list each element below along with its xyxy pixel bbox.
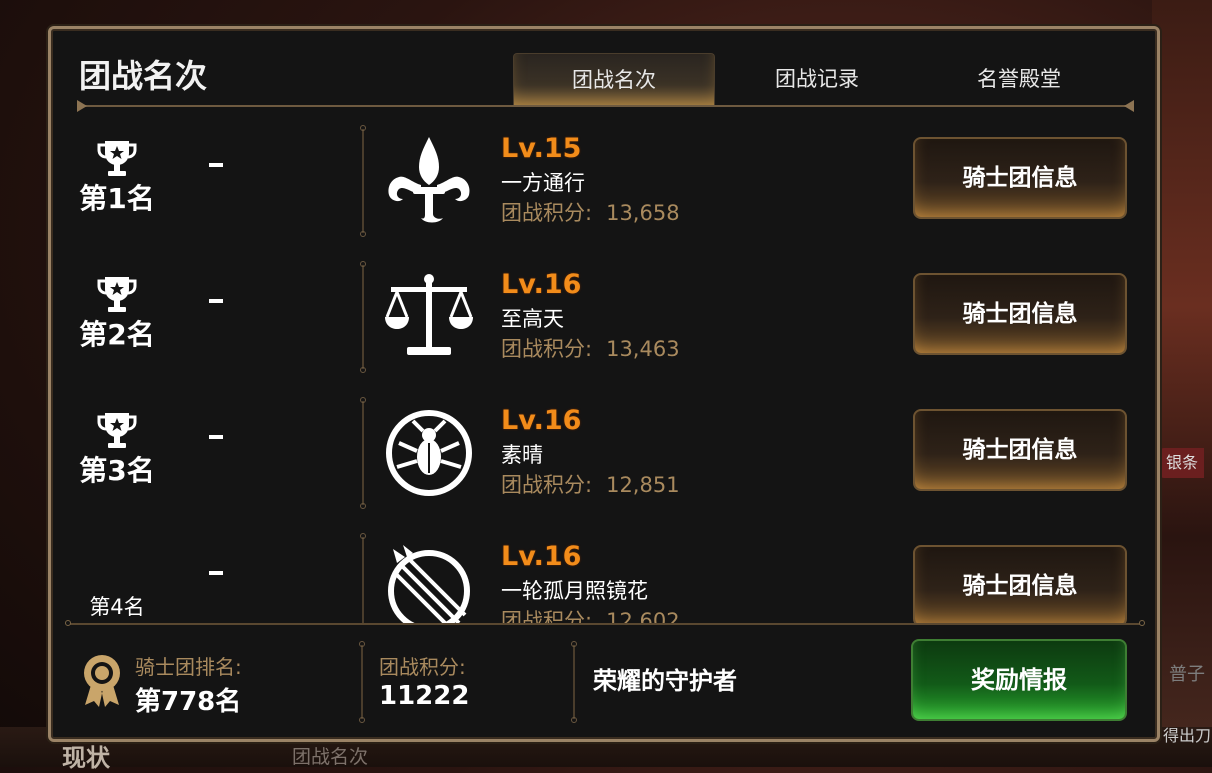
score-label: 团战积分: xyxy=(501,201,593,225)
guild-war-ranking-panel: 团战名次 团战名次 团战记录 名誉殿堂 第1名 Lv.15 一方通行 团战积分:… xyxy=(48,26,1160,742)
my-guild-rank-value: 第778名 xyxy=(135,687,242,717)
guild-info-button[interactable]: 骑士团信息 xyxy=(913,545,1127,623)
honor-title: 荣耀的守护者 xyxy=(593,667,737,695)
trophy-icon xyxy=(97,141,137,176)
guild-info-button[interactable]: 骑士团信息 xyxy=(913,273,1127,355)
row-divider xyxy=(360,533,366,623)
background-tag: 得出刀 xyxy=(1162,726,1211,745)
rank-change-dash xyxy=(209,571,223,575)
guild-score: 团战积分: 12,602 xyxy=(501,605,680,623)
trophy-icon xyxy=(97,277,137,312)
score-value: 12,602 xyxy=(606,609,680,623)
guild-level: Lv.15 xyxy=(501,133,582,164)
score-value: 12,851 xyxy=(606,473,680,497)
fleur-de-lis-icon xyxy=(388,137,470,223)
row-divider xyxy=(360,125,366,237)
guild-level: Lv.16 xyxy=(501,405,582,436)
ranking-row: 第4名 Lv.16 一轮孤月照镜花 团战积分: 12,602 骑士团信息 xyxy=(77,533,1137,623)
tab-guild-war-rank[interactable]: 团战名次 xyxy=(513,53,715,106)
rank-change-dash xyxy=(209,435,223,439)
spear-ring-icon xyxy=(388,545,470,623)
rank-label: 第2名 xyxy=(79,318,155,351)
ranking-row: 第2名 Lv.16 至高天 团战积分: 13,463 骑士团信息 xyxy=(77,261,1137,391)
background-tab-status: 现状 xyxy=(62,744,110,772)
medal-icon xyxy=(84,655,120,707)
my-guild-rank-label: 骑士团排名: xyxy=(135,655,242,679)
guild-name: 素晴 xyxy=(501,443,543,467)
score-label: 团战积分: xyxy=(501,473,593,497)
guild-name: 一方通行 xyxy=(501,171,585,195)
guild-score: 团战积分: 13,658 xyxy=(501,197,680,227)
score-value: 13,658 xyxy=(606,201,680,225)
background-tag: 银条 xyxy=(1160,448,1204,478)
rank-label: 第4名 xyxy=(89,595,145,619)
row-divider xyxy=(360,261,366,373)
guild-name: 至高天 xyxy=(501,307,564,331)
tab-hall-of-fame[interactable]: 名誉殿堂 xyxy=(919,53,1119,105)
row-divider xyxy=(360,397,366,509)
guild-score: 团战积分: 12,851 xyxy=(501,469,680,499)
beetle-crest-icon xyxy=(386,410,472,496)
footer-divider-vertical xyxy=(359,641,365,723)
score-label: 团战积分: xyxy=(501,609,593,623)
score-label: 团战积分: xyxy=(501,337,593,361)
footer-divider xyxy=(65,620,1145,626)
rank-label: 第1名 xyxy=(79,182,155,215)
background-tab-rank: 团战名次 xyxy=(292,746,369,768)
rank-label: 第3名 xyxy=(79,454,155,487)
trophy-icon xyxy=(97,413,137,448)
my-guild-score-value: 11222 xyxy=(379,681,470,711)
guild-score: 团战积分: 13,463 xyxy=(501,333,680,363)
ranking-list[interactable]: 第1名 Lv.15 一方通行 团战积分: 13,658 骑士团信息 第2名 Lv… xyxy=(51,121,1157,623)
rank-change-dash xyxy=(209,299,223,303)
tab-divider xyxy=(77,100,1134,112)
footer-divider-vertical xyxy=(571,641,577,723)
ranking-row: 第3名 Lv.16 素晴 团战积分: 12,851 骑士团信息 xyxy=(77,397,1137,527)
score-value: 13,463 xyxy=(606,337,680,361)
my-guild-score-label: 团战积分: xyxy=(379,655,466,679)
background-tag: 普子 xyxy=(1169,664,1205,685)
guild-level: Lv.16 xyxy=(501,269,582,300)
reward-info-button[interactable]: 奖励情报 xyxy=(911,639,1127,721)
scales-icon xyxy=(385,274,473,355)
guild-level: Lv.16 xyxy=(501,541,582,572)
panel-title: 团战名次 xyxy=(79,57,208,95)
guild-info-button[interactable]: 骑士团信息 xyxy=(913,409,1127,491)
rank-change-dash xyxy=(209,163,223,167)
background-scene xyxy=(1152,0,1212,767)
guild-info-button[interactable]: 骑士团信息 xyxy=(913,137,1127,219)
ranking-row: 第1名 Lv.15 一方通行 团战积分: 13,658 骑士团信息 xyxy=(77,125,1137,255)
tab-guild-war-record[interactable]: 团战记录 xyxy=(717,53,917,105)
guild-name: 一轮孤月照镜花 xyxy=(501,579,648,603)
